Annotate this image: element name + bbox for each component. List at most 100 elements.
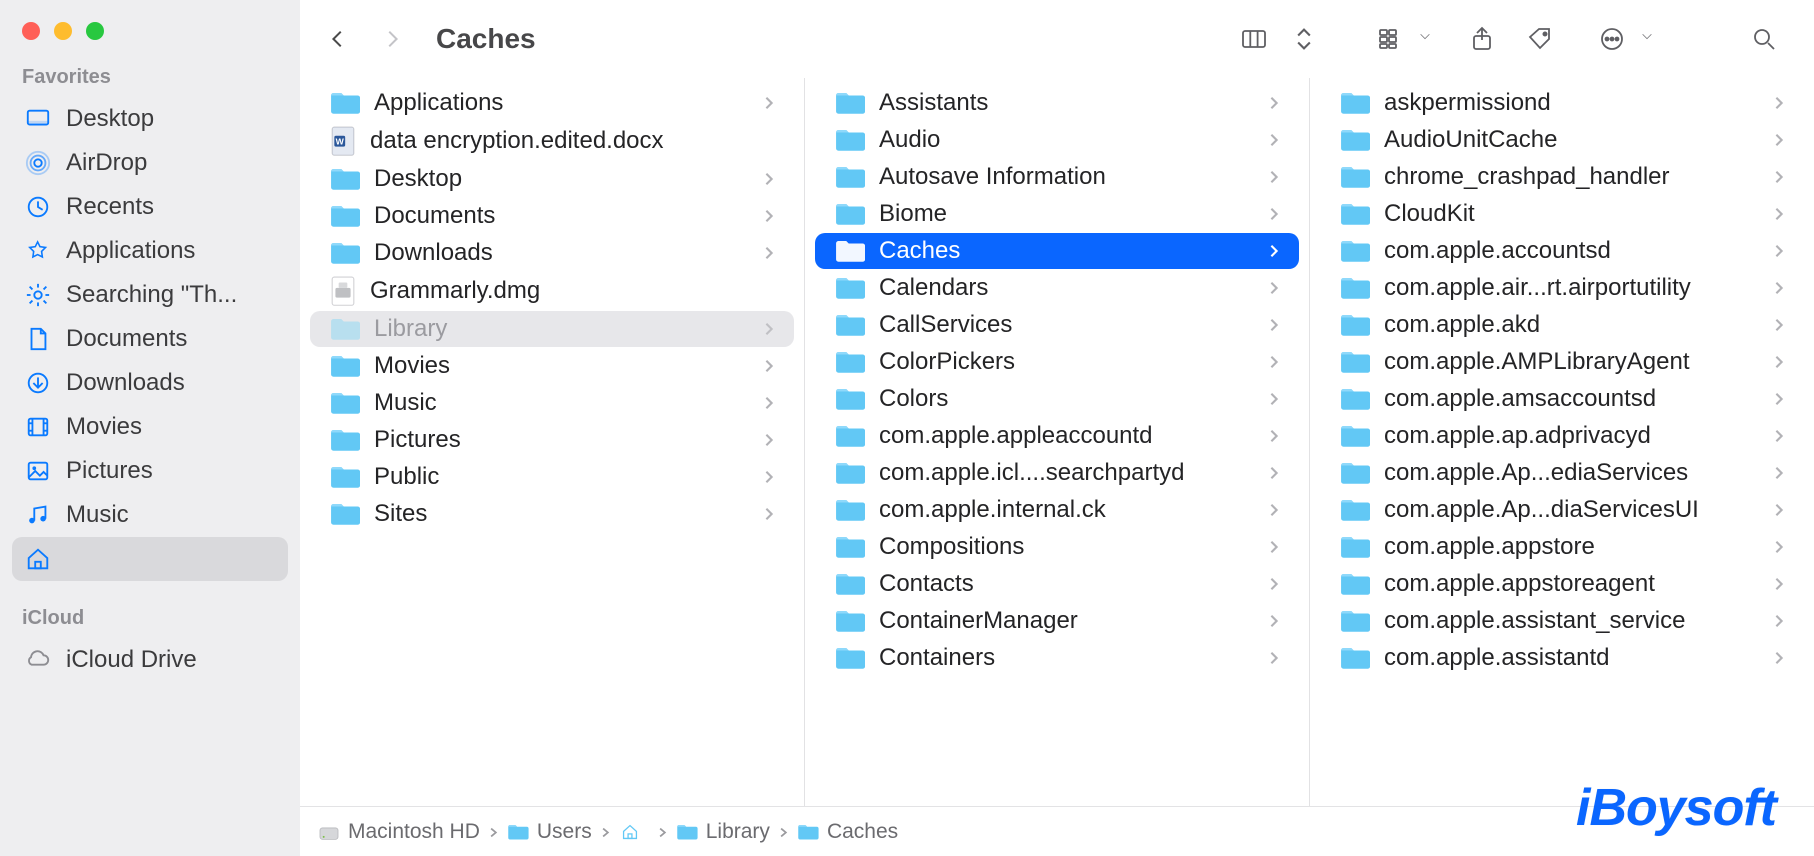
file-row[interactable]: com.apple.appstore [1320, 529, 1804, 565]
path-segment[interactable]: Library [676, 820, 770, 844]
file-row[interactable]: data encryption.edited.docx [310, 122, 794, 160]
folder-icon [835, 127, 865, 153]
file-row[interactable]: com.apple.Ap...ediaServices [1320, 455, 1804, 491]
file-row[interactable]: Contacts [815, 566, 1299, 602]
file-row[interactable]: Applications [310, 85, 794, 121]
path-label: Macintosh HD [348, 820, 480, 844]
folder-icon [1340, 164, 1370, 190]
file-row[interactable]: AudioUnitCache [1320, 122, 1804, 158]
chevron-right-icon [762, 352, 776, 380]
view-columns-button[interactable] [1232, 25, 1276, 53]
sidebar-item-documents[interactable]: Documents [12, 317, 288, 361]
sidebar-item-downloads[interactable]: Downloads [12, 361, 288, 405]
chevron-right-icon [1267, 89, 1281, 117]
file-row[interactable]: com.apple.icl....searchpartyd [815, 455, 1299, 491]
file-label: Compositions [879, 533, 1253, 561]
file-row[interactable]: ContainerManager [815, 603, 1299, 639]
chevron-right-icon [762, 463, 776, 491]
chevron-right-icon [1772, 496, 1786, 524]
file-row[interactable]: CloudKit [1320, 196, 1804, 232]
file-label: com.apple.appstoreagent [1384, 570, 1758, 598]
file-row[interactable]: Audio [815, 122, 1299, 158]
sidebar-item-desktop[interactable]: Desktop [12, 97, 288, 141]
sidebar-item-recents[interactable]: Recents [12, 185, 288, 229]
forward-button[interactable] [372, 19, 412, 59]
chevron-right-icon [778, 820, 789, 844]
group-button[interactable] [1368, 25, 1412, 53]
file-row[interactable]: Public [310, 459, 794, 495]
sidebar: Favorites Desktop AirDrop Recents Applic… [0, 0, 300, 856]
sidebar-item-applications[interactable]: Applications [12, 229, 288, 273]
sidebar-item-pictures[interactable]: Pictures [12, 449, 288, 493]
chevron-right-icon [1772, 163, 1786, 191]
path-segment[interactable] [619, 823, 649, 841]
file-row[interactable]: Compositions [815, 529, 1299, 565]
sidebar-item-music[interactable]: Music [12, 493, 288, 537]
file-row[interactable]: ColorPickers [815, 344, 1299, 380]
path-segment[interactable]: Users [507, 820, 592, 844]
sidebar-item-icloud-drive[interactable]: iCloud Drive [12, 638, 288, 682]
file-row[interactable]: Movies [310, 348, 794, 384]
back-button[interactable] [318, 19, 358, 59]
path-label: Caches [827, 820, 898, 844]
folder-icon [835, 201, 865, 227]
sidebar-item-movies[interactable]: Movies [12, 405, 288, 449]
home-icon [619, 823, 641, 841]
sidebar-item-airdrop[interactable]: AirDrop [12, 141, 288, 185]
file-row[interactable]: CallServices [815, 307, 1299, 343]
file-row[interactable]: Documents [310, 198, 794, 234]
file-row[interactable]: com.apple.akd [1320, 307, 1804, 343]
home-icon [24, 545, 52, 573]
file-row[interactable]: askpermissiond [1320, 85, 1804, 121]
file-row[interactable]: Autosave Information [815, 159, 1299, 195]
close-window-button[interactable] [22, 22, 40, 40]
view-updown-icon[interactable] [1282, 25, 1326, 53]
file-row[interactable]: Library [310, 311, 794, 347]
folder-icon [835, 497, 865, 523]
file-row[interactable]: com.apple.air...rt.airportutility [1320, 270, 1804, 306]
file-row[interactable]: com.apple.assistantd [1320, 640, 1804, 676]
sidebar-item-home[interactable] [12, 537, 288, 581]
file-row[interactable]: Assistants [815, 85, 1299, 121]
file-row[interactable]: Desktop [310, 161, 794, 197]
sidebar-item-label: Applications [66, 237, 195, 265]
file-row[interactable]: Calendars [815, 270, 1299, 306]
file-row[interactable]: Grammarly.dmg [310, 272, 794, 310]
zoom-window-button[interactable] [86, 22, 104, 40]
minimize-window-button[interactable] [54, 22, 72, 40]
file-row[interactable]: Sites [310, 496, 794, 532]
path-segment[interactable]: Caches [797, 820, 898, 844]
cloud-icon [24, 646, 52, 674]
file-row[interactable]: com.apple.assistant_service [1320, 603, 1804, 639]
chevron-right-icon [762, 202, 776, 230]
actions-button[interactable] [1590, 25, 1634, 53]
dmg-file-icon [330, 276, 356, 306]
file-row[interactable]: com.apple.accountsd [1320, 233, 1804, 269]
chevron-right-icon [1772, 89, 1786, 117]
file-row[interactable]: com.apple.appleaccountd [815, 418, 1299, 454]
file-row[interactable]: com.apple.internal.ck [815, 492, 1299, 528]
file-row[interactable]: Downloads [310, 235, 794, 271]
file-row[interactable]: Biome [815, 196, 1299, 232]
file-row[interactable]: chrome_crashpad_handler [1320, 159, 1804, 195]
file-row[interactable]: Caches [815, 233, 1299, 269]
folder-icon [1340, 571, 1370, 597]
file-row[interactable]: com.apple.Ap...diaServicesUI [1320, 492, 1804, 528]
file-row[interactable]: Pictures [310, 422, 794, 458]
file-row[interactable]: com.apple.ap.adprivacyd [1320, 418, 1804, 454]
share-button[interactable] [1460, 25, 1504, 53]
path-segment[interactable]: Macintosh HD [318, 820, 480, 844]
file-row[interactable]: Containers [815, 640, 1299, 676]
file-row[interactable]: com.apple.amsaccountsd [1320, 381, 1804, 417]
folder-icon [330, 390, 360, 416]
file-row[interactable]: Music [310, 385, 794, 421]
search-button[interactable] [1742, 25, 1786, 53]
file-label: Grammarly.dmg [370, 277, 776, 305]
document-icon [24, 325, 52, 353]
file-row[interactable]: com.apple.appstoreagent [1320, 566, 1804, 602]
music-icon [24, 501, 52, 529]
file-row[interactable]: com.apple.AMPLibraryAgent [1320, 344, 1804, 380]
tags-button[interactable] [1518, 25, 1562, 53]
sidebar-item-searching[interactable]: Searching "Th... [12, 273, 288, 317]
file-row[interactable]: Colors [815, 381, 1299, 417]
